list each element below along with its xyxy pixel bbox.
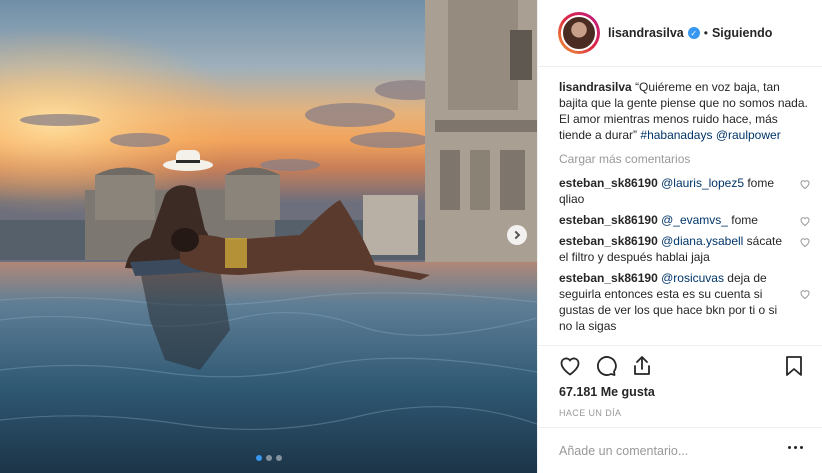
more-options-icon[interactable] <box>788 446 803 449</box>
comments-section: lisandrasilva “Quiéreme en voz baja, tan… <box>559 79 811 339</box>
post-side-panel: lisandrasilva ✓ • Siguiendo lisandrasilv… <box>537 0 822 473</box>
comment: esteban_sk86190 @_evamvs_ fome <box>559 212 811 228</box>
heart-icon[interactable] <box>558 354 582 378</box>
avatar[interactable] <box>558 12 600 54</box>
comment-username[interactable]: esteban_sk86190 <box>559 234 658 248</box>
caption: lisandrasilva “Quiéreme en voz baja, tan… <box>559 79 811 143</box>
comment-username[interactable]: esteban_sk86190 <box>559 213 658 227</box>
add-comment-bar <box>538 427 822 473</box>
avatar-image <box>561 15 597 51</box>
following-button[interactable]: Siguiendo <box>712 26 772 40</box>
post-actions: 67.181 Me gusta HACE UN DÍA <box>538 345 822 418</box>
comment: esteban_sk86190 @diana.ysabell sácate el… <box>559 233 811 265</box>
comment-mention[interactable]: @diana.ysabell <box>661 234 743 248</box>
post-header: lisandrasilva ✓ • Siguiendo <box>538 0 822 67</box>
chevron-right-icon <box>511 230 521 240</box>
like-count[interactable]: 67.181 Me gusta <box>559 385 655 399</box>
caption-mention[interactable]: @raulpower <box>716 128 781 142</box>
carousel-dot <box>275 455 282 461</box>
comment-input[interactable] <box>559 443 779 458</box>
comment-text: fome <box>727 213 758 227</box>
caption-username[interactable]: lisandrasilva <box>559 80 632 94</box>
share-icon[interactable] <box>630 354 654 378</box>
comment-like-icon[interactable] <box>799 288 811 300</box>
header-separator: • <box>703 26 708 40</box>
comment-mention[interactable]: @lauris_lopez5 <box>661 176 744 190</box>
comment-mention[interactable]: @rosicuvas <box>661 271 724 285</box>
carousel-dot <box>255 455 262 461</box>
bookmark-icon[interactable] <box>782 354 806 378</box>
comment-like-icon[interactable] <box>799 178 811 190</box>
next-slide-button[interactable] <box>507 225 527 245</box>
comment: esteban_sk86190 @rosicuvas deja de segui… <box>559 270 811 334</box>
comment-icon[interactable] <box>594 354 618 378</box>
comment-like-icon[interactable] <box>799 215 811 227</box>
action-icons <box>558 354 654 378</box>
comment-like-icon[interactable] <box>799 236 811 248</box>
comment-username[interactable]: esteban_sk86190 <box>559 176 658 190</box>
comment-username[interactable]: esteban_sk86190 <box>559 271 658 285</box>
sunset-pool-photo <box>0 0 537 473</box>
carousel-dot <box>265 455 272 461</box>
verified-badge-icon: ✓ <box>687 27 700 39</box>
instagram-post: lisandrasilva ✓ • Siguiendo lisandrasilv… <box>0 0 822 473</box>
comment-mention[interactable]: @_evamvs_ <box>661 213 728 227</box>
post-timestamp[interactable]: HACE UN DÍA <box>559 408 621 418</box>
post-photo[interactable] <box>0 0 537 473</box>
load-more-comments-button[interactable]: Cargar más comentarios <box>559 151 811 167</box>
header-username[interactable]: lisandrasilva <box>608 26 684 40</box>
comment: esteban_sk86190 @lauris_lopez5 fome qlia… <box>559 175 811 207</box>
caption-hashtag[interactable]: #habanadays <box>640 128 712 142</box>
carousel-indicator <box>0 455 537 461</box>
